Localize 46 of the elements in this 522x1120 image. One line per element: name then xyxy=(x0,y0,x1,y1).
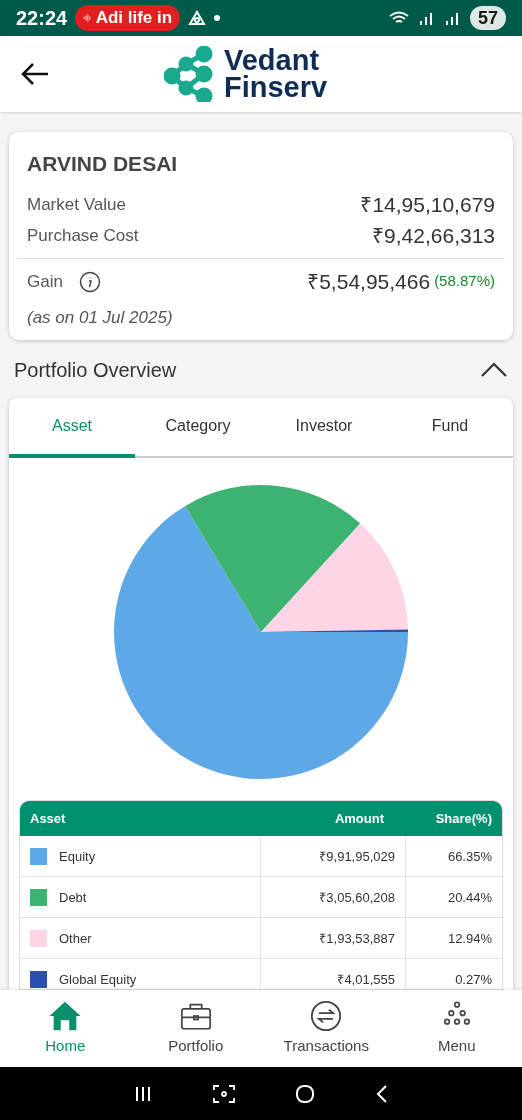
summary-value: ₹14,95,10,679 xyxy=(360,192,495,219)
gain-label: Gain xyxy=(27,270,63,293)
summary-label: Purchase Cost xyxy=(27,225,139,248)
table-cell: ₹1,93,53,887 xyxy=(261,918,406,959)
tab[interactable]: Fund xyxy=(387,398,513,459)
table-cell: ₹9,91,95,029 xyxy=(261,836,406,877)
gain-value: ₹5,54,95,466 xyxy=(307,268,431,295)
tab[interactable]: Asset xyxy=(9,398,135,459)
back-icon[interactable] xyxy=(375,1083,389,1104)
logo-text: Vedant xyxy=(224,47,320,74)
sound-wave-icon xyxy=(83,11,92,25)
back-arrow-icon[interactable] xyxy=(20,62,50,86)
gain-percent: (58.87%) xyxy=(434,271,495,292)
tab[interactable]: Investor xyxy=(261,398,387,459)
table-cell-text: 20.44% xyxy=(446,888,493,907)
section-title: Portfolio Overview xyxy=(14,358,177,383)
column-header: Asset xyxy=(30,810,67,829)
table-cell-text: 12.94% xyxy=(446,929,493,948)
wifi-icon xyxy=(387,10,410,26)
clock: 22:24 xyxy=(16,6,68,31)
table-cell-text: 66.35% xyxy=(446,847,493,866)
battery-indicator: 57 xyxy=(469,6,506,30)
as-on-date: (as on 01 Jul 2025) xyxy=(27,306,174,329)
table-cell-text: Global Equity xyxy=(59,970,137,989)
summary-value: ₹9,42,66,313 xyxy=(372,223,495,250)
collapse-chevron-icon[interactable] xyxy=(480,362,508,378)
table-cell-text: Other xyxy=(59,929,92,948)
column-header: Amount xyxy=(333,810,385,829)
screenshot-icon[interactable] xyxy=(213,1084,235,1103)
summary-label: Market Value xyxy=(27,194,126,217)
table-cell-text: Debt xyxy=(59,888,87,907)
nav-item[interactable]: Portfolio xyxy=(130,990,261,1067)
nav-item[interactable]: Menu xyxy=(391,990,522,1067)
nav-item[interactable]: Transactions xyxy=(261,990,392,1067)
tab[interactable]: Category xyxy=(135,398,261,459)
logo-text: Finserv xyxy=(224,74,328,101)
nav-item[interactable]: Home xyxy=(0,990,131,1067)
column-header: Share(%) xyxy=(434,810,492,829)
call-chip: Adi life in xyxy=(75,5,181,31)
investor-name: ARVIND DESAI xyxy=(27,151,179,177)
table-cell-text: Equity xyxy=(59,847,96,866)
exchange-icon xyxy=(309,999,344,1034)
info-icon[interactable] xyxy=(78,270,101,293)
table-cell: ₹3,05,60,208 xyxy=(261,877,406,918)
triangle-icon xyxy=(188,10,207,26)
table-cell-text: 0.27% xyxy=(454,970,493,989)
